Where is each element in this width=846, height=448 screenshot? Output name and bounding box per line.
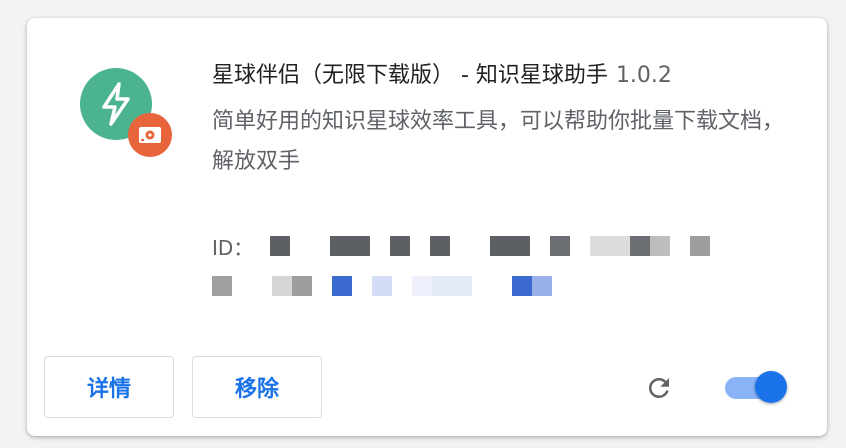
id-value-line-2: [212, 276, 572, 296]
remove-button[interactable]: 移除: [192, 356, 322, 418]
extension-title: 星球伴侣（无限下载版） - 知识星球助手 1.0.2: [212, 57, 672, 89]
id-label: ID：: [212, 236, 254, 260]
extension-description: 简单好用的知识星球效率工具，可以帮助你批量下载文档，解放双手: [212, 109, 785, 174]
extension-name: 星球伴侣（无限下载版） - 知识星球助手: [212, 63, 608, 88]
hard-drive-icon: [128, 113, 172, 157]
extension-icon: [80, 68, 180, 168]
details-button[interactable]: 详情: [44, 356, 174, 418]
extension-card: 星球伴侣（无限下载版） - 知识星球助手 1.0.2 简单好用的知识星球效率工具，…: [27, 18, 827, 436]
id-value-line-1: [270, 236, 720, 256]
reload-icon: [644, 373, 674, 403]
extension-version: 1.0.2: [615, 63, 672, 88]
toggle-knob: [755, 371, 787, 403]
reload-button[interactable]: [641, 370, 677, 406]
enable-toggle[interactable]: [725, 370, 791, 406]
